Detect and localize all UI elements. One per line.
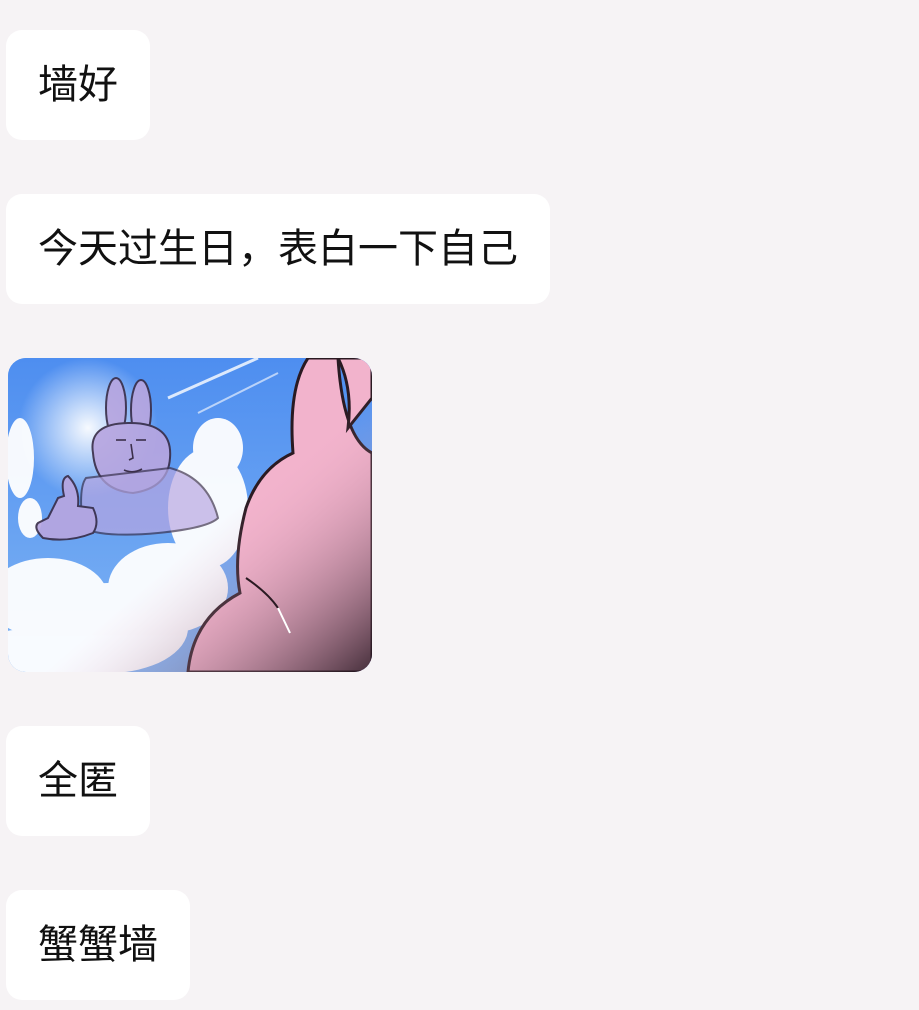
message-bubble[interactable]: 全匿 (6, 726, 150, 836)
chat-message-list[interactable]: 墙好 今天过生日，表白一下自己 全匿 蟹蟹墙 (0, 0, 919, 1010)
message-text: 蟹蟹墙 (38, 922, 158, 968)
sticker-image[interactable] (8, 358, 372, 672)
thumbs-up-rabbit-sticker-icon (8, 358, 372, 672)
message-bubble[interactable]: 墙好 (6, 30, 150, 140)
message-text: 今天过生日，表白一下自己 (38, 226, 518, 272)
message-text: 全匿 (38, 758, 118, 804)
message-text: 墙好 (38, 62, 118, 108)
message-bubble[interactable]: 蟹蟹墙 (6, 890, 190, 1000)
message-bubble[interactable]: 今天过生日，表白一下自己 (6, 194, 550, 304)
